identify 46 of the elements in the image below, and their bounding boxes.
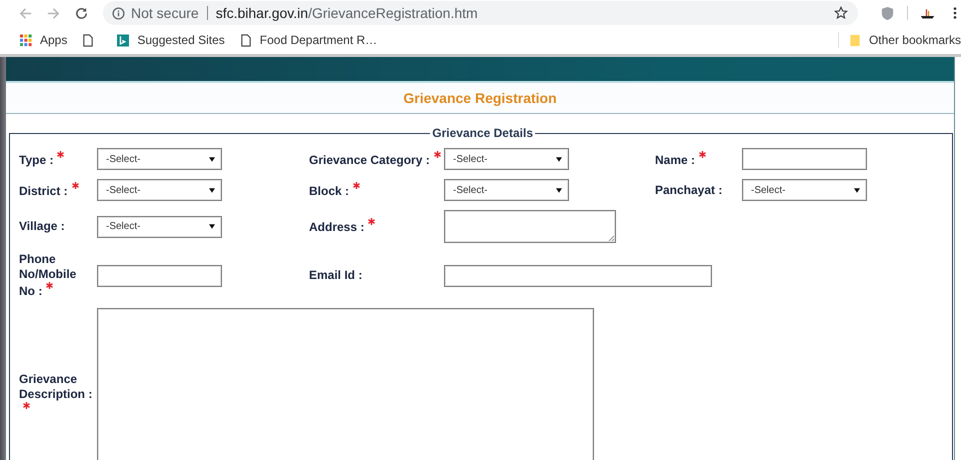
field-label: Village :: [19, 219, 65, 233]
bookmark-link[interactable]: Suggested Sites: [137, 33, 225, 47]
field-label: Phone No/Mobile No :: [19, 252, 76, 298]
bookmark-link[interactable]: Other bookmarks: [868, 33, 961, 47]
bookmark-link[interactable]: Food Department R…: [260, 33, 378, 47]
caret-icon: [209, 156, 215, 162]
input-field[interactable]: [444, 264, 712, 286]
field-label: Grievance Category :: [309, 152, 430, 166]
page-icon[interactable]: [82, 34, 94, 46]
apps-grid-icon[interactable]: [20, 34, 32, 46]
caret-icon: [854, 188, 860, 192]
select-dropdown[interactable]: -Select-: [97, 216, 222, 238]
security-label: Not secure: [131, 5, 199, 21]
page-icon[interactable]: [240, 34, 252, 46]
field-label: District :: [19, 184, 68, 198]
star-icon[interactable]: [834, 6, 848, 20]
caret-icon: [556, 188, 562, 192]
info-icon[interactable]: [112, 6, 125, 20]
shield-icon[interactable]: [880, 6, 895, 20]
field-label: Grievance Description :: [19, 372, 92, 401]
b-logo-icon[interactable]: [117, 34, 130, 46]
text-area[interactable]: [444, 210, 616, 243]
section-legend: Grievance Details: [430, 126, 535, 140]
select-dropdown[interactable]: -Select-: [444, 148, 569, 170]
menu-icon[interactable]: [953, 6, 957, 20]
page-title: Grievance Registration: [403, 90, 557, 106]
url-text: sfc.bihar.gov.in/GrievanceRegistration.htm: [216, 5, 479, 21]
field-label: Name :: [655, 152, 696, 166]
field-label: Type :: [19, 152, 54, 166]
select-dropdown[interactable]: -Select-: [742, 179, 867, 201]
select-dropdown[interactable]: -Select-: [97, 179, 222, 201]
resize-grip-icon[interactable]: [608, 235, 614, 241]
select-dropdown[interactable]: -Select-: [444, 179, 569, 201]
select-dropdown[interactable]: -Select-: [97, 148, 222, 170]
input-field[interactable]: [97, 264, 222, 286]
address-bar[interactable]: Not secure sfc.bihar.gov.in/GrievanceRegistration.htm: [103, 1, 858, 25]
caret-icon: [209, 188, 215, 192]
reload-icon[interactable]: [74, 6, 89, 20]
input-field[interactable]: [742, 148, 867, 170]
field-label: Panchayat :: [655, 182, 722, 196]
field-label: Email Id :: [309, 268, 362, 282]
caret-icon: [209, 224, 215, 229]
field-label: Address :: [309, 220, 364, 234]
bookmark-link[interactable]: Apps: [40, 33, 68, 47]
field-label: Block :: [309, 184, 350, 198]
caret-icon: [556, 156, 562, 162]
